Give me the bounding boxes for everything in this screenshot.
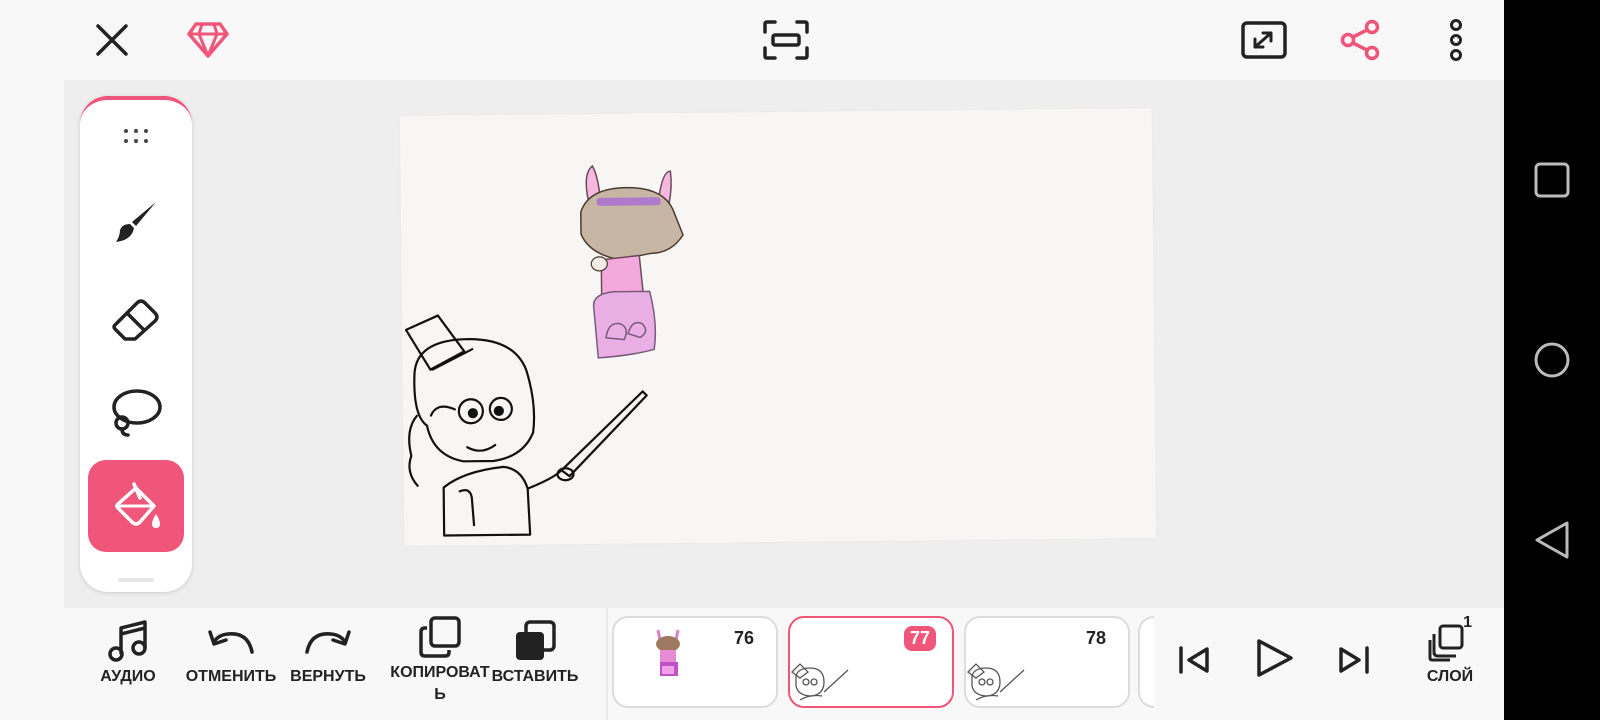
eraser-tool[interactable]: [88, 272, 184, 364]
fill-bucket-tool[interactable]: [88, 460, 184, 552]
divider: [606, 608, 608, 720]
tool-palette-drag-handle[interactable]: [88, 112, 184, 160]
play-icon: [1257, 639, 1293, 677]
skip-to-start-icon: [1179, 646, 1209, 674]
paste-icon: [516, 620, 556, 660]
bottom-bar: АУДИО ОТМЕНИТЬ ВЕРНУТЬ КОПИРОВАТЬ ВСТАВИ…: [0, 608, 1504, 720]
back-button[interactable]: [1528, 516, 1576, 564]
bunny-character-drawing: [580, 164, 684, 359]
brush-icon: [116, 202, 156, 242]
copy-frame-button[interactable]: КОПИРОВАТЬ: [386, 616, 494, 706]
frame-preview: [967, 663, 1025, 701]
more-vertical-icon: [1450, 19, 1462, 61]
redo-icon: [305, 630, 351, 654]
redo-button[interactable]: ВЕРНУТЬ: [288, 620, 368, 688]
frame-thumbnail-next-partial[interactable]: [1138, 616, 1154, 708]
tool-palette-scroll-hint: [118, 578, 154, 582]
frame-number: 78: [1085, 628, 1106, 648]
brush-tool[interactable]: [88, 176, 184, 268]
home-icon: [1534, 342, 1570, 378]
frame-number: 77: [903, 626, 936, 651]
paste-frame-button[interactable]: ВСТАВИТЬ: [491, 620, 579, 688]
frame-preview: [656, 629, 680, 676]
undo-icon: [208, 630, 254, 654]
drag-handle-icon: [124, 129, 148, 143]
frame-preview: [791, 663, 849, 701]
copy-label: КОПИРОВАТЬ: [390, 664, 490, 703]
redo-label: ВЕРНУТЬ: [290, 668, 366, 685]
layers-icon: [1428, 624, 1464, 662]
home-button[interactable]: [1528, 336, 1576, 384]
layer-label: СЛОЙ: [1426, 668, 1474, 685]
fullscreen-button[interactable]: [1238, 16, 1290, 64]
premium-button[interactable]: [184, 16, 232, 64]
recents-icon: [1534, 162, 1570, 198]
eraser-icon: [112, 299, 159, 341]
frame-thumbnail-77[interactable]: 77: [788, 616, 954, 708]
frame-thumbnail-76[interactable]: 76: [612, 616, 778, 708]
go-to-first-frame-button[interactable]: [1172, 638, 1216, 682]
audio-label: АУДИО: [100, 668, 156, 685]
more-options-button[interactable]: [1432, 16, 1480, 64]
share-icon: [1340, 19, 1380, 61]
fit-screen-icon: [763, 20, 809, 60]
undo-label: ОТМЕНИТЬ: [185, 668, 277, 685]
frame-thumbnail-78[interactable]: 78: [964, 616, 1130, 708]
skip-to-end-icon: [1339, 646, 1369, 674]
fill-bucket-icon: [115, 482, 160, 528]
lasso-tool[interactable]: [88, 366, 184, 458]
diamond-premium-icon: [187, 22, 229, 58]
top-bar: [0, 0, 1504, 80]
share-button[interactable]: [1336, 16, 1384, 64]
layers-icon-wrap: 1: [1428, 614, 1472, 662]
fit-screen-button[interactable]: [758, 16, 814, 64]
audio-button[interactable]: АУДИО: [88, 620, 168, 688]
frame-number: 76: [733, 628, 754, 648]
tool-palette: [80, 96, 192, 592]
system-navigation-bar: [1504, 0, 1600, 720]
undo-button[interactable]: ОТМЕНИТЬ: [186, 620, 276, 688]
play-button[interactable]: [1250, 632, 1298, 684]
recents-button[interactable]: [1528, 156, 1576, 204]
close-icon: [96, 24, 128, 56]
layers-button[interactable]: 1 СЛОЙ: [1420, 614, 1480, 688]
lasso-icon: [112, 389, 162, 437]
close-button[interactable]: [88, 16, 136, 64]
artwork: [404, 164, 684, 537]
go-to-last-frame-button[interactable]: [1332, 638, 1376, 682]
paste-label: ВСТАВИТЬ: [491, 668, 579, 685]
back-icon: [1535, 521, 1569, 559]
layer-count: 1: [1463, 614, 1472, 631]
expand-icon: [1241, 21, 1287, 59]
music-note-icon: [108, 620, 147, 662]
drawing-canvas[interactable]: [399, 108, 1157, 546]
copy-icon: [419, 616, 461, 658]
